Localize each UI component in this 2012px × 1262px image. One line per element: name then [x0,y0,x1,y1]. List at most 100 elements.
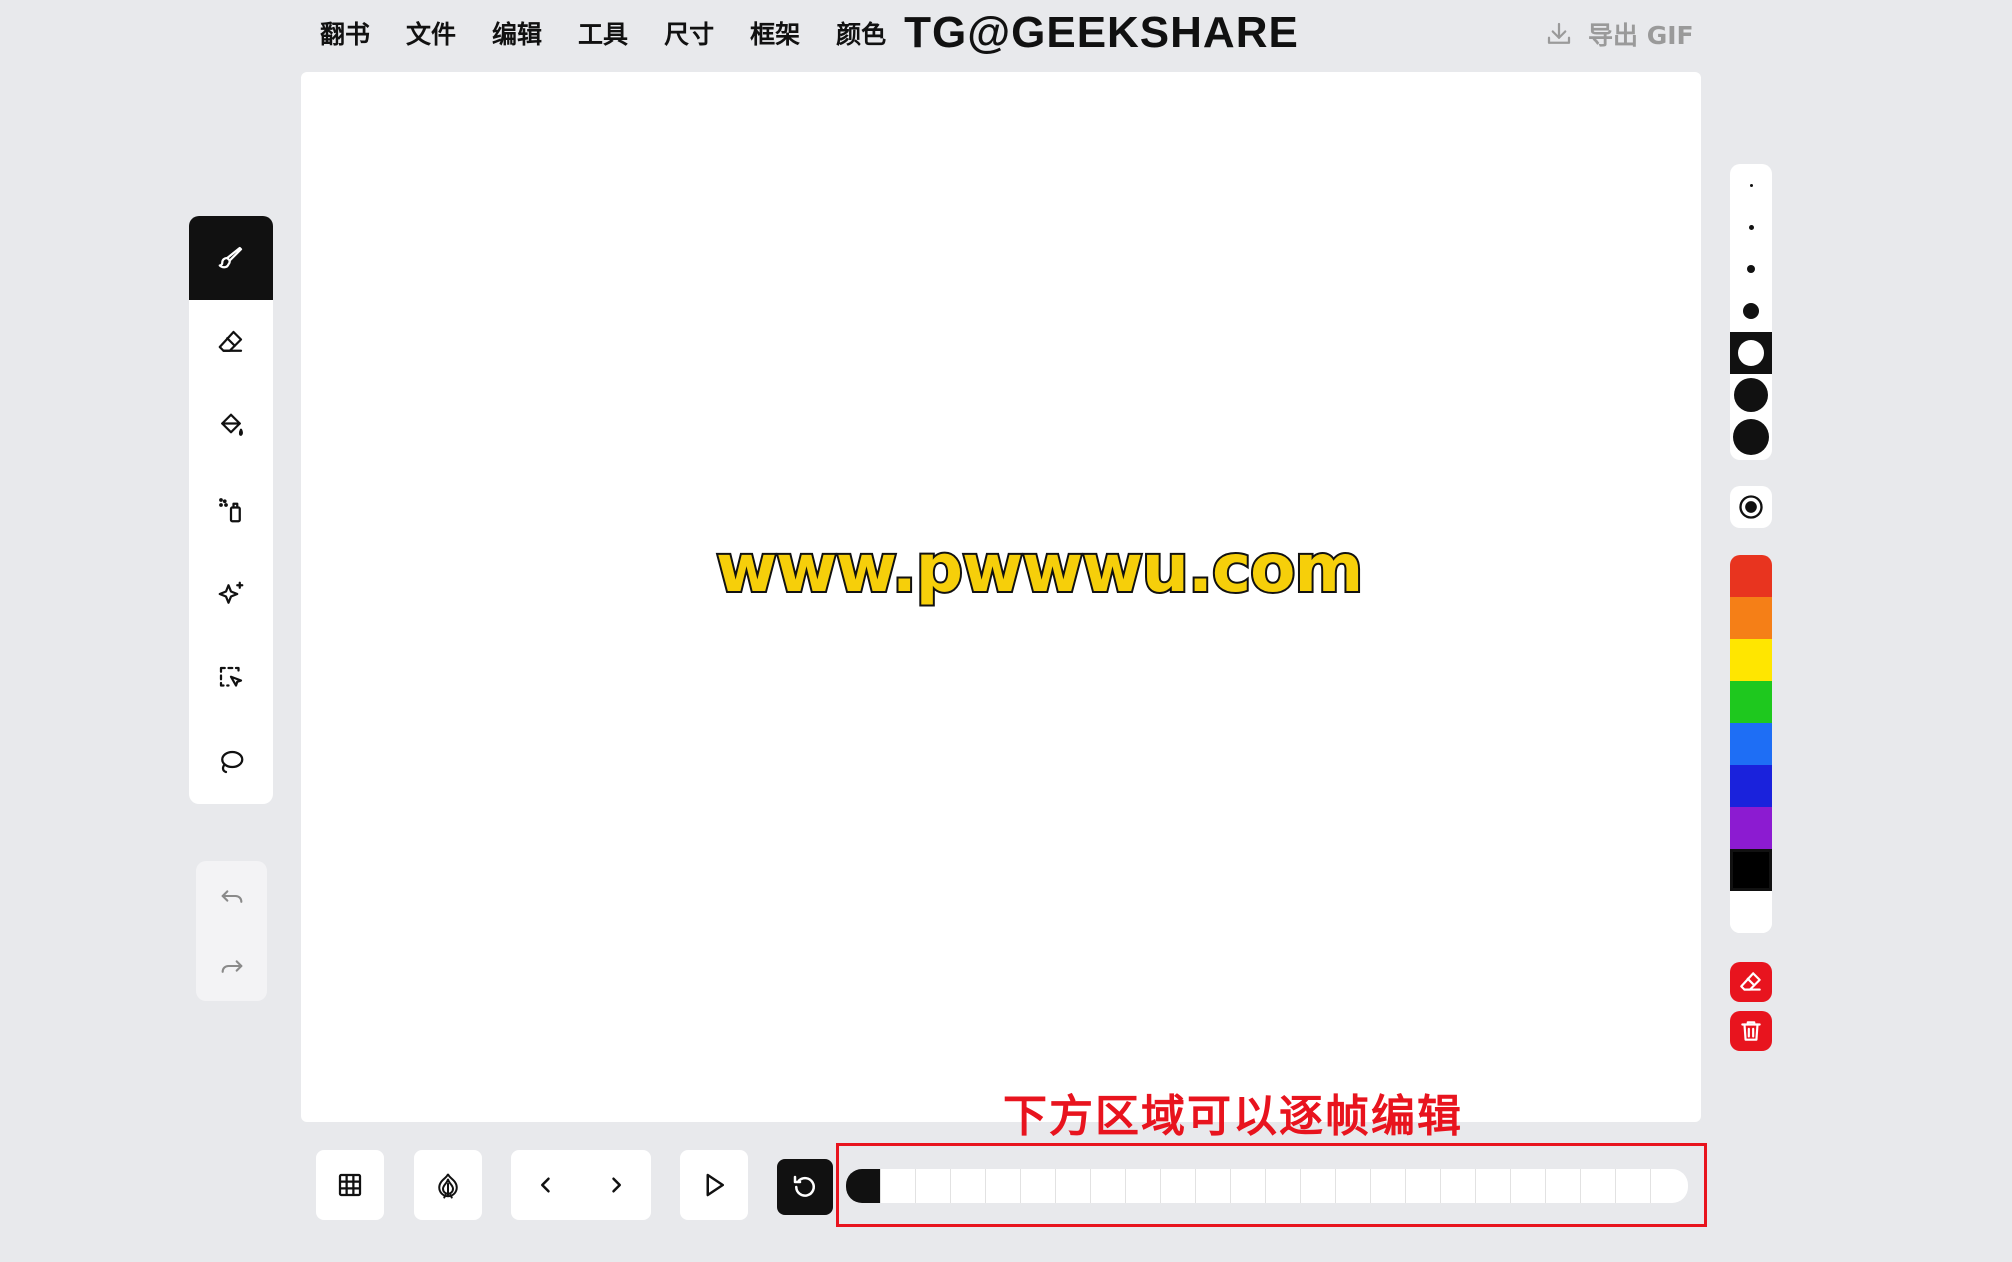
frame-cell[interactable] [1371,1169,1406,1203]
tool-brush[interactable] [189,216,273,300]
brush-size-option[interactable] [1730,164,1772,206]
frame-cell[interactable] [1651,1169,1686,1203]
menu-edit[interactable]: 编辑 [492,15,542,51]
frame-cell[interactable] [881,1169,916,1203]
brush-size-option[interactable] [1730,206,1772,248]
size-dot [1733,419,1769,455]
color-swatch[interactable] [1730,681,1772,723]
menu-file[interactable]: 文件 [406,15,456,51]
menu-size[interactable]: 尺寸 [664,15,714,51]
frame-cell[interactable] [1021,1169,1056,1203]
brush-size-option[interactable] [1730,374,1772,416]
loop-icon [793,1175,815,1197]
eraser-icon [1740,972,1761,991]
menu-bar: 翻书 文件 编辑 工具 尺寸 框架 颜色 TG@GEEKSHARE [320,0,1299,66]
export-gif-button[interactable]: 导出 GIF [1544,14,1694,54]
frame-cell[interactable] [1616,1169,1651,1203]
color-swatch[interactable] [1730,807,1772,849]
drawing-canvas[interactable]: www.pwwwu.com [301,72,1701,1122]
color-swatch[interactable] [1730,723,1772,765]
watermark-text: TG@GEEKSHARE [904,8,1299,57]
frame-cell[interactable] [1511,1169,1546,1203]
frame-cell[interactable] [1406,1169,1441,1203]
color-palette [1730,555,1772,933]
spray-can-icon [219,498,241,523]
frame-cell[interactable] [916,1169,951,1203]
loop-button[interactable] [777,1159,833,1215]
color-swatch[interactable] [1730,891,1772,933]
history-controls [196,861,267,1001]
frame-cell[interactable] [1476,1169,1511,1203]
paint-bucket-icon [221,413,244,436]
frame-cell[interactable] [1336,1169,1371,1203]
select-cursor-icon [219,666,243,687]
frame-cell-current[interactable] [846,1169,881,1203]
play-icon [706,1173,724,1197]
frame-cell[interactable] [1581,1169,1616,1203]
size-dot [1749,183,1753,187]
annotation-text: 下方区域可以逐帧编辑 [1003,1091,1463,1142]
brush-size-option[interactable] [1730,416,1772,458]
menu-color[interactable]: 颜色 [836,15,886,51]
size-dot [1738,340,1764,366]
tool-spray[interactable] [189,468,273,552]
tool-eraser[interactable] [189,300,273,384]
chevron-left-icon[interactable] [531,1170,561,1200]
tool-select[interactable] [189,636,273,720]
frame-cell[interactable] [1196,1169,1231,1203]
brush-size-option-selected[interactable] [1730,332,1772,374]
frame-cell[interactable] [1161,1169,1196,1203]
size-dot [1734,378,1768,412]
tool-lasso[interactable] [189,720,273,804]
onion-icon [438,1173,458,1199]
chevron-right-icon[interactable] [601,1170,631,1200]
frame-cell[interactable] [1266,1169,1301,1203]
frame-cell[interactable] [1231,1169,1266,1203]
frame-cell[interactable] [951,1169,986,1203]
redo-icon[interactable] [218,952,246,980]
grid-toggle-button[interactable] [316,1150,384,1220]
tool-fill[interactable] [189,384,273,468]
frame-cell[interactable] [1126,1169,1161,1203]
delete-button[interactable] [1730,1011,1772,1051]
color-swatch[interactable] [1730,597,1772,639]
frame-cell[interactable] [1056,1169,1091,1203]
eraser-icon [218,330,243,352]
color-swatch[interactable] [1730,555,1772,597]
trash-icon [1741,1021,1761,1041]
undo-icon[interactable] [218,882,246,910]
download-icon [1547,22,1571,44]
brush-size-option[interactable] [1730,248,1772,290]
frame-cell[interactable] [1441,1169,1476,1203]
color-swatch[interactable] [1730,639,1772,681]
sparkles-icon [218,581,244,604]
frame-navigation [511,1150,651,1220]
frame-timeline [846,1169,1688,1203]
color-swatch[interactable] [1730,765,1772,807]
frame-cell[interactable] [1091,1169,1126,1203]
menu-tools[interactable]: 工具 [578,15,628,51]
frame-cell[interactable] [1301,1169,1336,1203]
target-icon [1739,495,1763,519]
size-dot [1748,224,1754,230]
play-button[interactable] [680,1150,748,1220]
color-swatch[interactable] [1730,849,1772,891]
clear-frame-button[interactable] [1730,962,1772,1002]
export-label: 导出 GIF [1588,21,1694,50]
brush-size-picker [1730,164,1772,460]
frame-cell[interactable] [1546,1169,1581,1203]
brush-icon [218,246,243,269]
onion-skin-button[interactable] [414,1150,482,1220]
brush-size-option[interactable] [1730,290,1772,332]
size-dot [1747,265,1755,273]
menu-frames[interactable]: 框架 [750,15,800,51]
grid-icon [338,1173,362,1197]
color-picker-button[interactable] [1730,486,1772,528]
canvas-watermark: www.pwwwu.com [714,528,1365,609]
tool-magic[interactable] [189,552,273,636]
tool-palette [189,216,273,804]
frame-cell[interactable] [986,1169,1021,1203]
menu-flipbook[interactable]: 翻书 [320,15,370,51]
size-dot [1743,303,1759,319]
lasso-icon [221,750,244,774]
